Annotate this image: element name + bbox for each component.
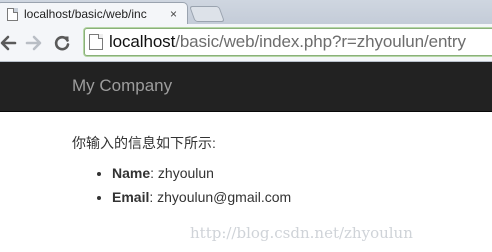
main-content: 你输入的信息如下所示: Name: zhyoulun Email: zhyoul… [72,133,291,211]
forward-arrow-icon [25,35,42,51]
browser-toolbar: localhost/basic/web/index.php?r=zhyoulun… [0,24,492,62]
page-icon [89,34,103,50]
new-tab-button[interactable] [189,6,225,22]
back-arrow-icon [0,35,17,51]
url-path: /basic/web/index.php?r=zhyoulun/entry [175,32,466,51]
page-favicon-icon [7,7,18,21]
brand-link[interactable]: My Company [72,76,172,96]
field-value: zhyoulun [157,165,214,181]
field-label: Email [112,189,150,205]
forward-button[interactable] [24,32,44,54]
tab-close-icon[interactable]: × [170,8,177,20]
reload-button[interactable] [52,32,72,54]
reload-icon [54,35,70,51]
field-label: Name [112,165,151,181]
site-navbar: My Company [0,62,492,112]
url-host: localhost [109,32,176,51]
field-separator: : [150,165,158,181]
active-tab[interactable]: localhost/basic/web/inc × [0,2,188,25]
browser-chrome: localhost/basic/web/inc × localhost/basi… [0,0,492,62]
intro-text: 你输入的信息如下所示: [72,135,216,151]
tab-title: localhost/basic/web/inc [24,7,147,21]
tab-strip: localhost/basic/web/inc × [0,0,492,25]
url-text[interactable]: localhost/basic/web/index.php?r=zhyoulun… [109,32,466,52]
list-item: Email: zhyoulun@gmail.com [112,187,291,207]
field-value: zhyoulun@gmail.com [157,189,292,205]
watermark-text: http://blog.csdn.net/zhyoulun [190,224,413,242]
address-bar[interactable]: localhost/basic/web/index.php?r=zhyoulun… [84,28,492,56]
list-item: Name: zhyoulun [112,163,291,183]
back-button[interactable] [0,32,18,54]
field-separator: : [149,189,158,205]
entry-info-list: Name: zhyoulun Email: zhyoulun@gmail.com [72,163,291,207]
